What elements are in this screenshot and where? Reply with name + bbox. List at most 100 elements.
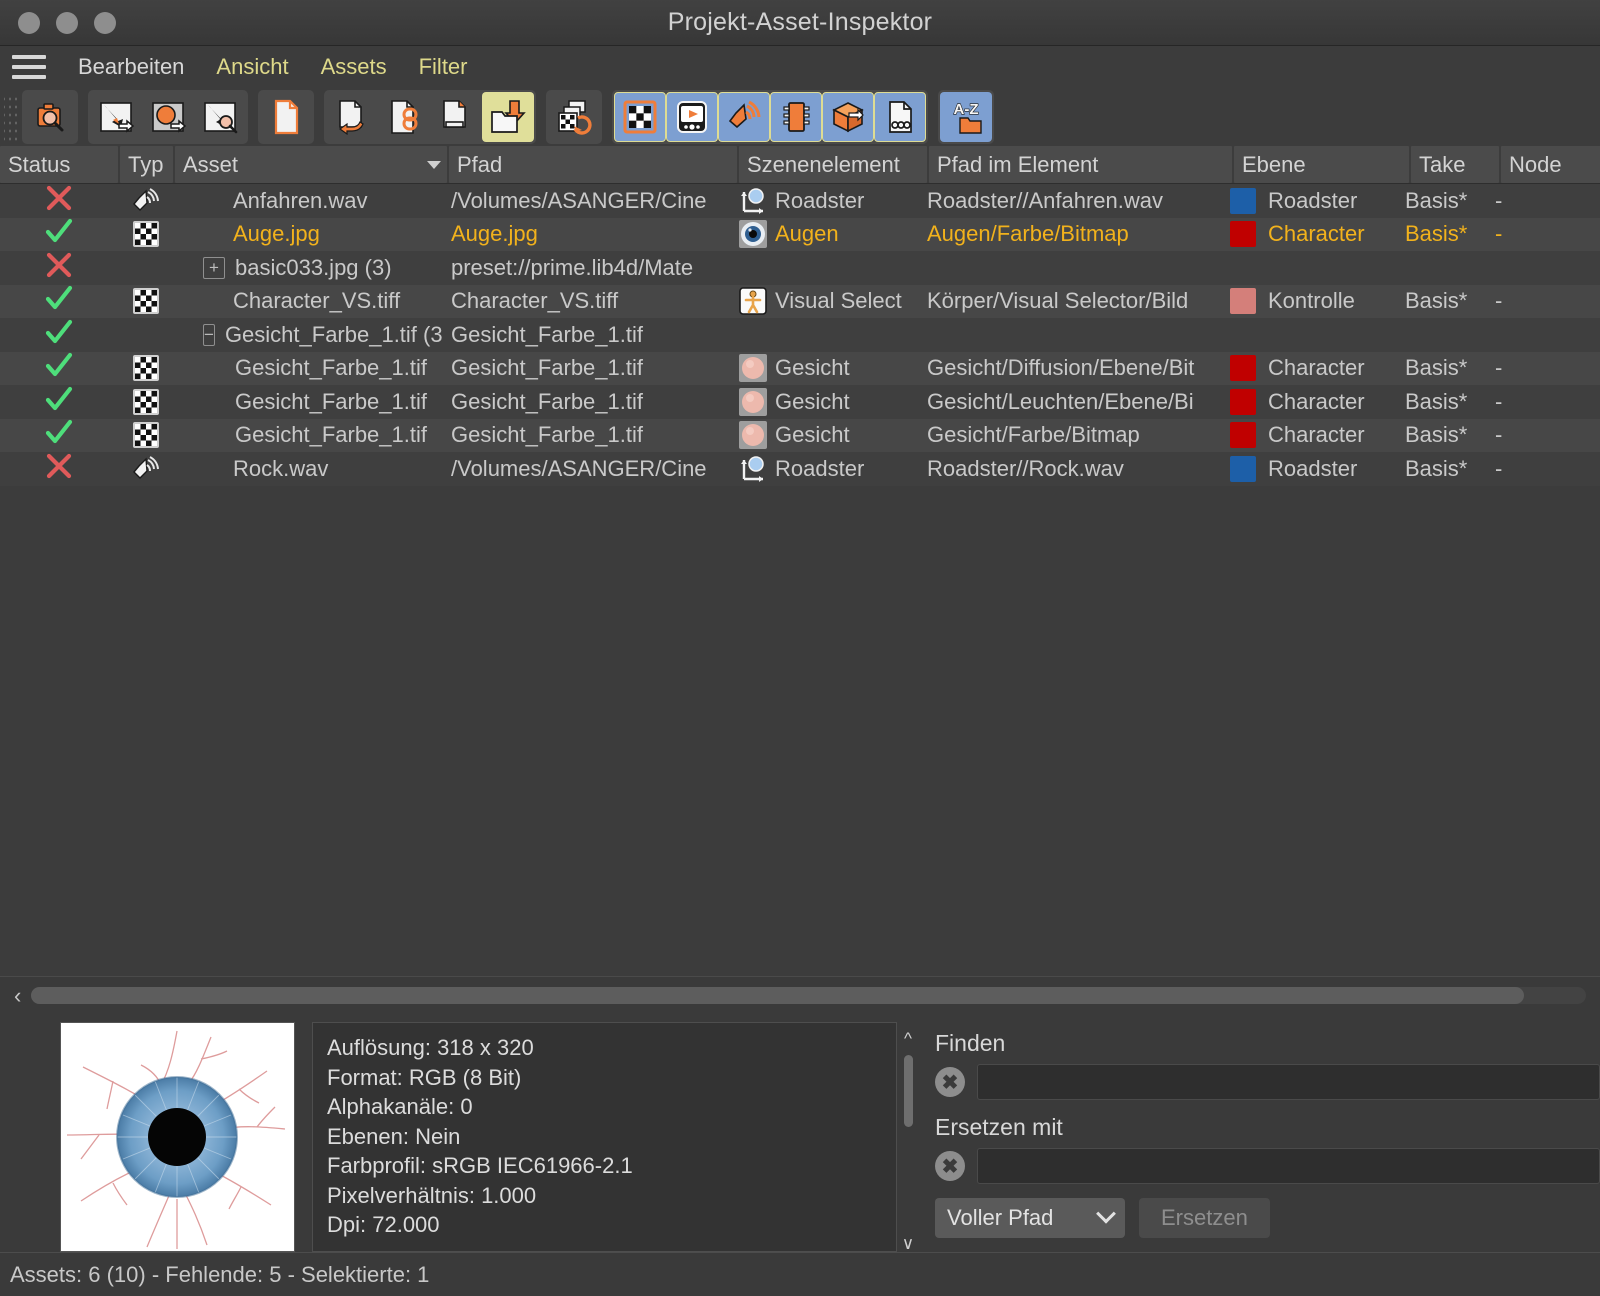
layer-color-swatch [1230,188,1256,214]
cell-take: Basis* [1399,184,1489,218]
menu-item-assets[interactable]: Assets [305,52,403,82]
toolbar-group-selection [88,90,248,144]
column-header-szenenelement[interactable]: Szenenelement [739,146,927,183]
cell-ebene: Kontrolle [1224,285,1399,319]
scroll-track[interactable] [31,987,1586,1004]
chevron-down-icon [1096,1204,1116,1224]
column-header-ebene[interactable]: Ebene [1234,146,1409,183]
save-assets-to-folder-button[interactable] [482,92,534,142]
reload-textures-button[interactable] [548,92,600,142]
cell-status [0,285,118,319]
status-bar: Assets: 6 (10) - Fehlende: 5 - Selektier… [0,1252,1600,1296]
column-header-take[interactable]: Take [1411,146,1499,183]
toolbar-group-sort: A-Z [938,90,994,144]
cell-take: Basis* [1399,285,1489,319]
expand-twisty-icon[interactable]: + [203,257,225,279]
chevron-up-icon[interactable]: ^ [904,1030,912,1047]
filter-sounds-button[interactable] [718,92,770,142]
scroll-thumb[interactable] [31,987,1523,1004]
filter-other-files-button[interactable] [874,92,926,142]
horizontal-scrollbar[interactable]: ‹ [0,976,1600,1014]
table-row[interactable]: Auge.jpgAuge.jpgAugenAugen/Farbe/BitmapC… [0,218,1600,252]
table-row[interactable]: Anfahren.wav/Volumes/ASANGER/CineRoadste… [0,184,1600,218]
select-asset-arrow-button[interactable] [90,92,142,142]
relink-asset-button[interactable] [326,92,378,142]
new-document-button[interactable] [260,92,312,142]
cell-pfad: Gesicht_Farbe_1.tif [445,352,733,386]
clear-find-button[interactable]: ✖ [935,1067,965,1097]
filter-ram-cache-button[interactable] [770,92,822,142]
column-header-pfad[interactable]: Pfad [449,146,737,183]
find-input[interactable] [977,1064,1600,1100]
info-scroll-track[interactable] [904,1055,913,1227]
cell-szenenelement: Gesicht [733,419,921,453]
asset-inspector-window: Projekt-Asset-Inspektor Bearbeiten Ansic… [0,0,1600,1296]
table-row[interactable]: Gesicht_Farbe_1.tifGesicht_Farbe_1.tifGe… [0,352,1600,386]
table-row[interactable]: +basic033.jpg (3)preset://prime.lib4d/Ma… [0,251,1600,285]
bitmap-type-icon [133,355,159,381]
info-line: Pixelverhältnis: 1.000 [327,1181,882,1211]
status-bar-text: Assets: 6 (10) - Fehlende: 5 - Selektier… [10,1262,429,1288]
column-header-pfad-im-element[interactable]: Pfad im Element [929,146,1232,183]
collapse-twisty-icon[interactable]: − [203,324,215,346]
select-object-arrow-button[interactable] [142,92,194,142]
layer-color-swatch [1230,355,1256,381]
table-row[interactable]: Gesicht_Farbe_1.tifGesicht_Farbe_1.tifGe… [0,419,1600,453]
table-row[interactable]: −Gesicht_Farbe_1.tif (3Gesicht_Farbe_1.t… [0,318,1600,352]
scene-element-name: Gesicht [775,389,850,415]
table-body: Anfahren.wav/Volumes/ASANGER/CineRoadste… [0,184,1600,976]
hamburger-icon[interactable] [12,55,46,79]
toolbar: A-Z [0,88,1600,146]
cell-ebene: Roadster [1224,452,1399,486]
column-header-asset[interactable]: Asset [175,146,447,183]
table-row[interactable]: Rock.wav/Volumes/ASANGER/CineRoadsterRoa… [0,452,1600,486]
column-header-node[interactable]: Node [1501,146,1600,183]
preview-pane [0,1022,300,1252]
filter-movies-button[interactable] [666,92,718,142]
column-header-typ[interactable]: Typ [120,146,173,183]
cell-typ [118,184,173,218]
toolbar-group-inspector [22,90,78,144]
info-scroll-thumb[interactable] [904,1055,913,1127]
cell-node: - [1489,352,1594,386]
chevron-left-icon[interactable]: ‹ [14,985,21,1007]
table-row[interactable]: Gesicht_Farbe_1.tifGesicht_Farbe_1.tifGe… [0,385,1600,419]
toolbar-group-filters [612,90,928,144]
replace-input[interactable] [977,1148,1600,1184]
filter-bitmaps-button[interactable] [614,92,666,142]
cell-pfad-im-element: Gesicht/Diffusion/Ebene/Bit [921,352,1224,386]
link-asset-button[interactable] [378,92,430,142]
replace-scope-select[interactable]: Voller Pfad [935,1198,1125,1238]
table-header-row: Status Typ Asset Pfad Szenenelement Pfad… [0,146,1600,184]
cell-szenenelement: Roadster [733,452,921,486]
menu-item-bearbeiten[interactable]: Bearbeiten [62,52,200,82]
filter-objects-button[interactable] [822,92,874,142]
deselect-asset-button[interactable] [194,92,246,142]
cell-asset: Anfahren.wav [173,184,445,218]
asset-name: Rock.wav [233,456,328,482]
sort-az-folder-button[interactable]: A-Z [940,92,992,142]
replace-button[interactable]: Ersetzen [1139,1198,1270,1238]
menu-item-ansicht[interactable]: Ansicht [200,52,304,82]
asset-inspector-search-button[interactable] [24,92,76,142]
menu-item-filter[interactable]: Filter [403,52,484,82]
info-vertical-scrollbar[interactable]: ^ ∨ [897,1022,919,1252]
remove-asset-button[interactable] [430,92,482,142]
table-row[interactable]: Character_VS.tiffCharacter_VS.tiffVisual… [0,285,1600,319]
layer-color-swatch [1230,422,1256,448]
null-object-icon [739,455,767,483]
cell-node: - [1489,419,1594,453]
cell-status [0,184,118,218]
cell-asset: Character_VS.tiff [173,285,445,319]
chevron-down-icon[interactable]: ∨ [902,1235,914,1252]
info-line: Format: RGB (8 Bit) [327,1063,882,1093]
cell-pfad-im-element: Gesicht/Leuchten/Ebene/Bi [921,385,1224,419]
toolbar-grip-handle[interactable] [4,93,18,141]
asset-name: Gesicht_Farbe_1.tif [235,389,427,415]
column-header-status[interactable]: Status [0,146,118,183]
cell-take: Basis* [1399,452,1489,486]
clear-replace-button[interactable]: ✖ [935,1151,965,1181]
skin-material-icon [739,354,767,382]
cell-status [0,352,118,386]
cell-node: - [1489,385,1594,419]
